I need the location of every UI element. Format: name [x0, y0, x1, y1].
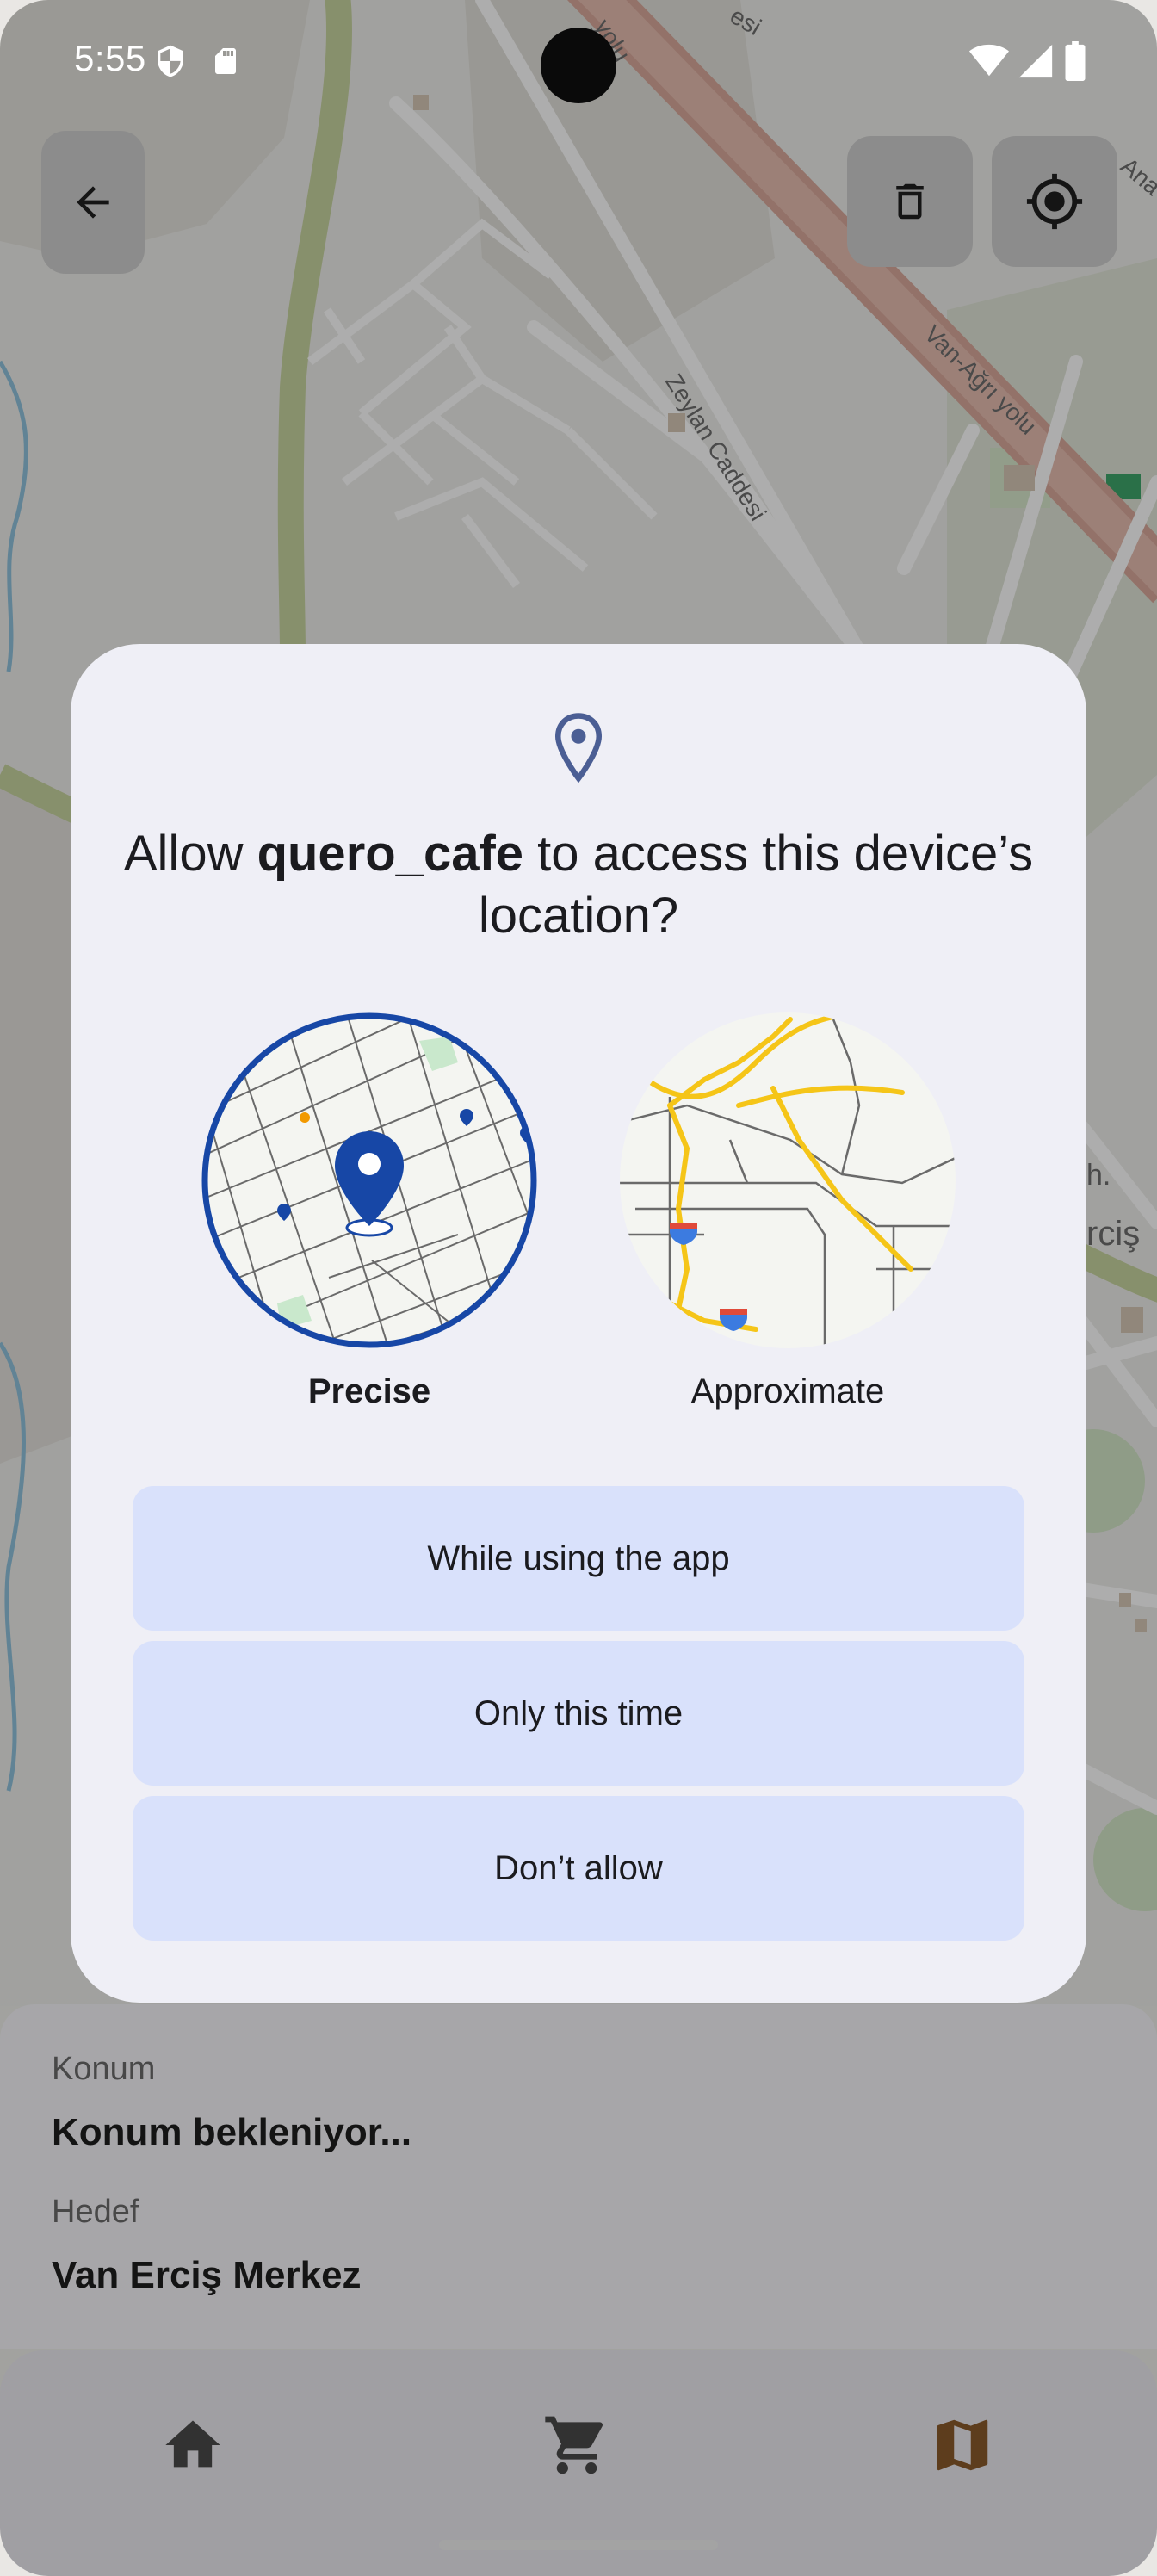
precise-label[interactable]: Precise — [200, 1372, 539, 1411]
approximate-location-option[interactable] — [618, 1011, 957, 1350]
dont-allow-button[interactable]: Don’t allow — [133, 1796, 1024, 1941]
cell-signal-icon — [1018, 44, 1053, 78]
status-bar: 5:55 — [0, 0, 1157, 129]
title-prefix: Allow — [123, 826, 257, 882]
title-suffix: to access this device’s location? — [478, 826, 1034, 944]
only-this-time-button[interactable]: Only this time — [133, 1641, 1024, 1786]
title-app-name: quero_cafe — [257, 826, 524, 882]
location-pin-icon — [554, 713, 603, 783]
while-using-app-button[interactable]: While using the app — [133, 1486, 1024, 1631]
dialog-title: Allow quero_cafe to access this device’s… — [122, 823, 1035, 947]
shield-icon — [158, 45, 183, 77]
front-camera — [541, 28, 616, 103]
battery-icon — [1065, 41, 1086, 81]
wifi-icon — [969, 44, 1009, 77]
location-permission-dialog: Allow quero_cafe to access this device’s… — [71, 644, 1086, 2003]
approximate-label[interactable]: Approximate — [618, 1372, 957, 1411]
status-time: 5:55 — [74, 38, 146, 78]
screen: Zeylan Caddesi Van-Ağrı yolu yolu Ana es… — [0, 0, 1157, 2576]
precise-location-option[interactable] — [200, 1011, 539, 1350]
sd-card-icon — [215, 48, 236, 74]
